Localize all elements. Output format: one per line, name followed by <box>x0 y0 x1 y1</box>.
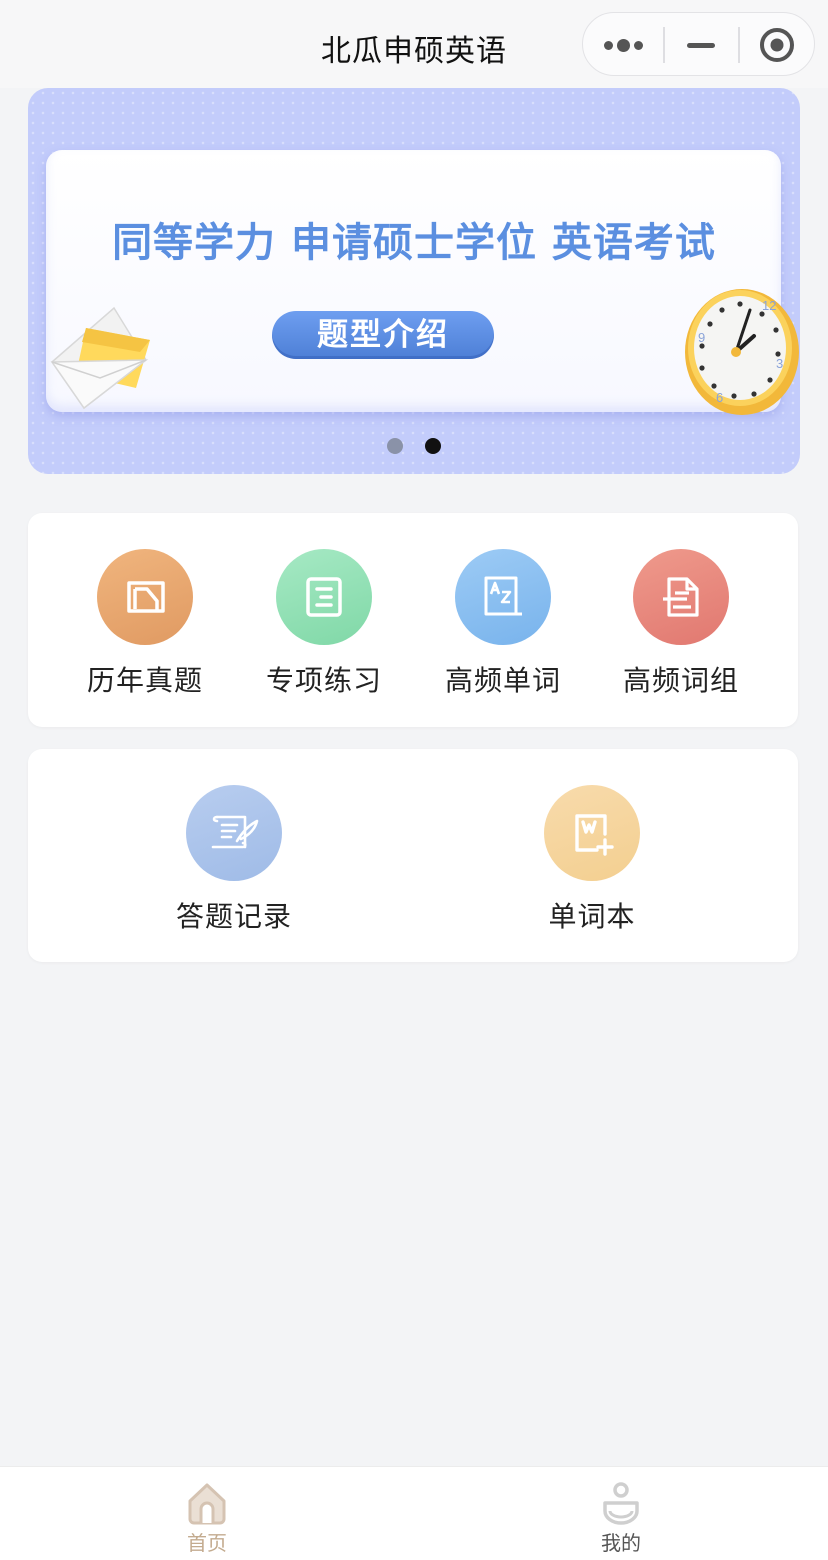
navigation-bar: 北瓜申硕英语 <box>0 0 828 88</box>
tab-mine[interactable]: 我的 <box>521 1467 721 1560</box>
bottom-tab-bar: 首页 我的 <box>0 1466 828 1560</box>
tools-card: 答题记录 单词本 <box>28 749 798 962</box>
envelope-icon <box>42 300 154 414</box>
carousel-dot-active[interactable] <box>424 438 441 454</box>
banner-slide[interactable] <box>46 150 781 412</box>
tab-home[interactable]: 首页 <box>107 1467 307 1560</box>
clock-number: 12 <box>762 298 776 313</box>
miniprogram-capsule <box>582 12 815 76</box>
tool-label: 单词本 <box>548 900 636 933</box>
question-type-intro-button[interactable]: 题型介绍 <box>272 311 494 359</box>
banner-carousel[interactable]: 同等学力 申请硕士学位 英语考试 题型介绍 12 3 6 9 <box>28 88 800 474</box>
phrase-doc-icon <box>633 549 729 645</box>
folder-doc-icon <box>97 549 193 645</box>
feature-grid-card: 历年真题 专项练习 高频单词 高频词组 <box>28 513 798 727</box>
list-doc-icon <box>276 549 372 645</box>
tab-mine-label: 我的 <box>601 1531 641 1555</box>
carousel-indicators <box>28 438 800 458</box>
clock-number: 6 <box>716 390 723 405</box>
scroll-quill-icon <box>186 785 282 881</box>
special-practice-button[interactable]: 专项练习 <box>234 549 414 699</box>
tool-label: 答题记录 <box>175 900 292 933</box>
home-icon <box>188 1483 226 1525</box>
feature-label: 高频词组 <box>622 664 739 697</box>
clock-number: 9 <box>698 330 705 345</box>
word-book-button[interactable]: 单词本 <box>502 785 682 935</box>
clock-number: 3 <box>776 356 783 371</box>
tab-home-label: 首页 <box>187 1531 227 1555</box>
target-circle-icon[interactable] <box>739 13 815 77</box>
past-exams-button[interactable]: 历年真题 <box>55 549 235 699</box>
az-book-icon <box>455 549 551 645</box>
word-book-add-icon <box>544 785 640 881</box>
carousel-dot[interactable] <box>387 438 404 454</box>
answer-records-button[interactable]: 答题记录 <box>144 785 324 935</box>
user-icon <box>603 1482 639 1525</box>
high-freq-words-button[interactable]: 高频单词 <box>413 549 593 699</box>
feature-label: 历年真题 <box>86 664 203 697</box>
feature-label: 高频单词 <box>444 664 561 697</box>
banner-headline: 同等学力 申请硕士学位 英语考试 <box>112 220 716 266</box>
feature-label: 专项练习 <box>265 664 382 697</box>
more-dots-icon[interactable] <box>583 13 663 77</box>
minimize-icon[interactable] <box>664 13 738 77</box>
clock-icon: 12 3 6 9 <box>678 284 800 420</box>
high-freq-phrases-button[interactable]: 高频词组 <box>591 549 771 699</box>
